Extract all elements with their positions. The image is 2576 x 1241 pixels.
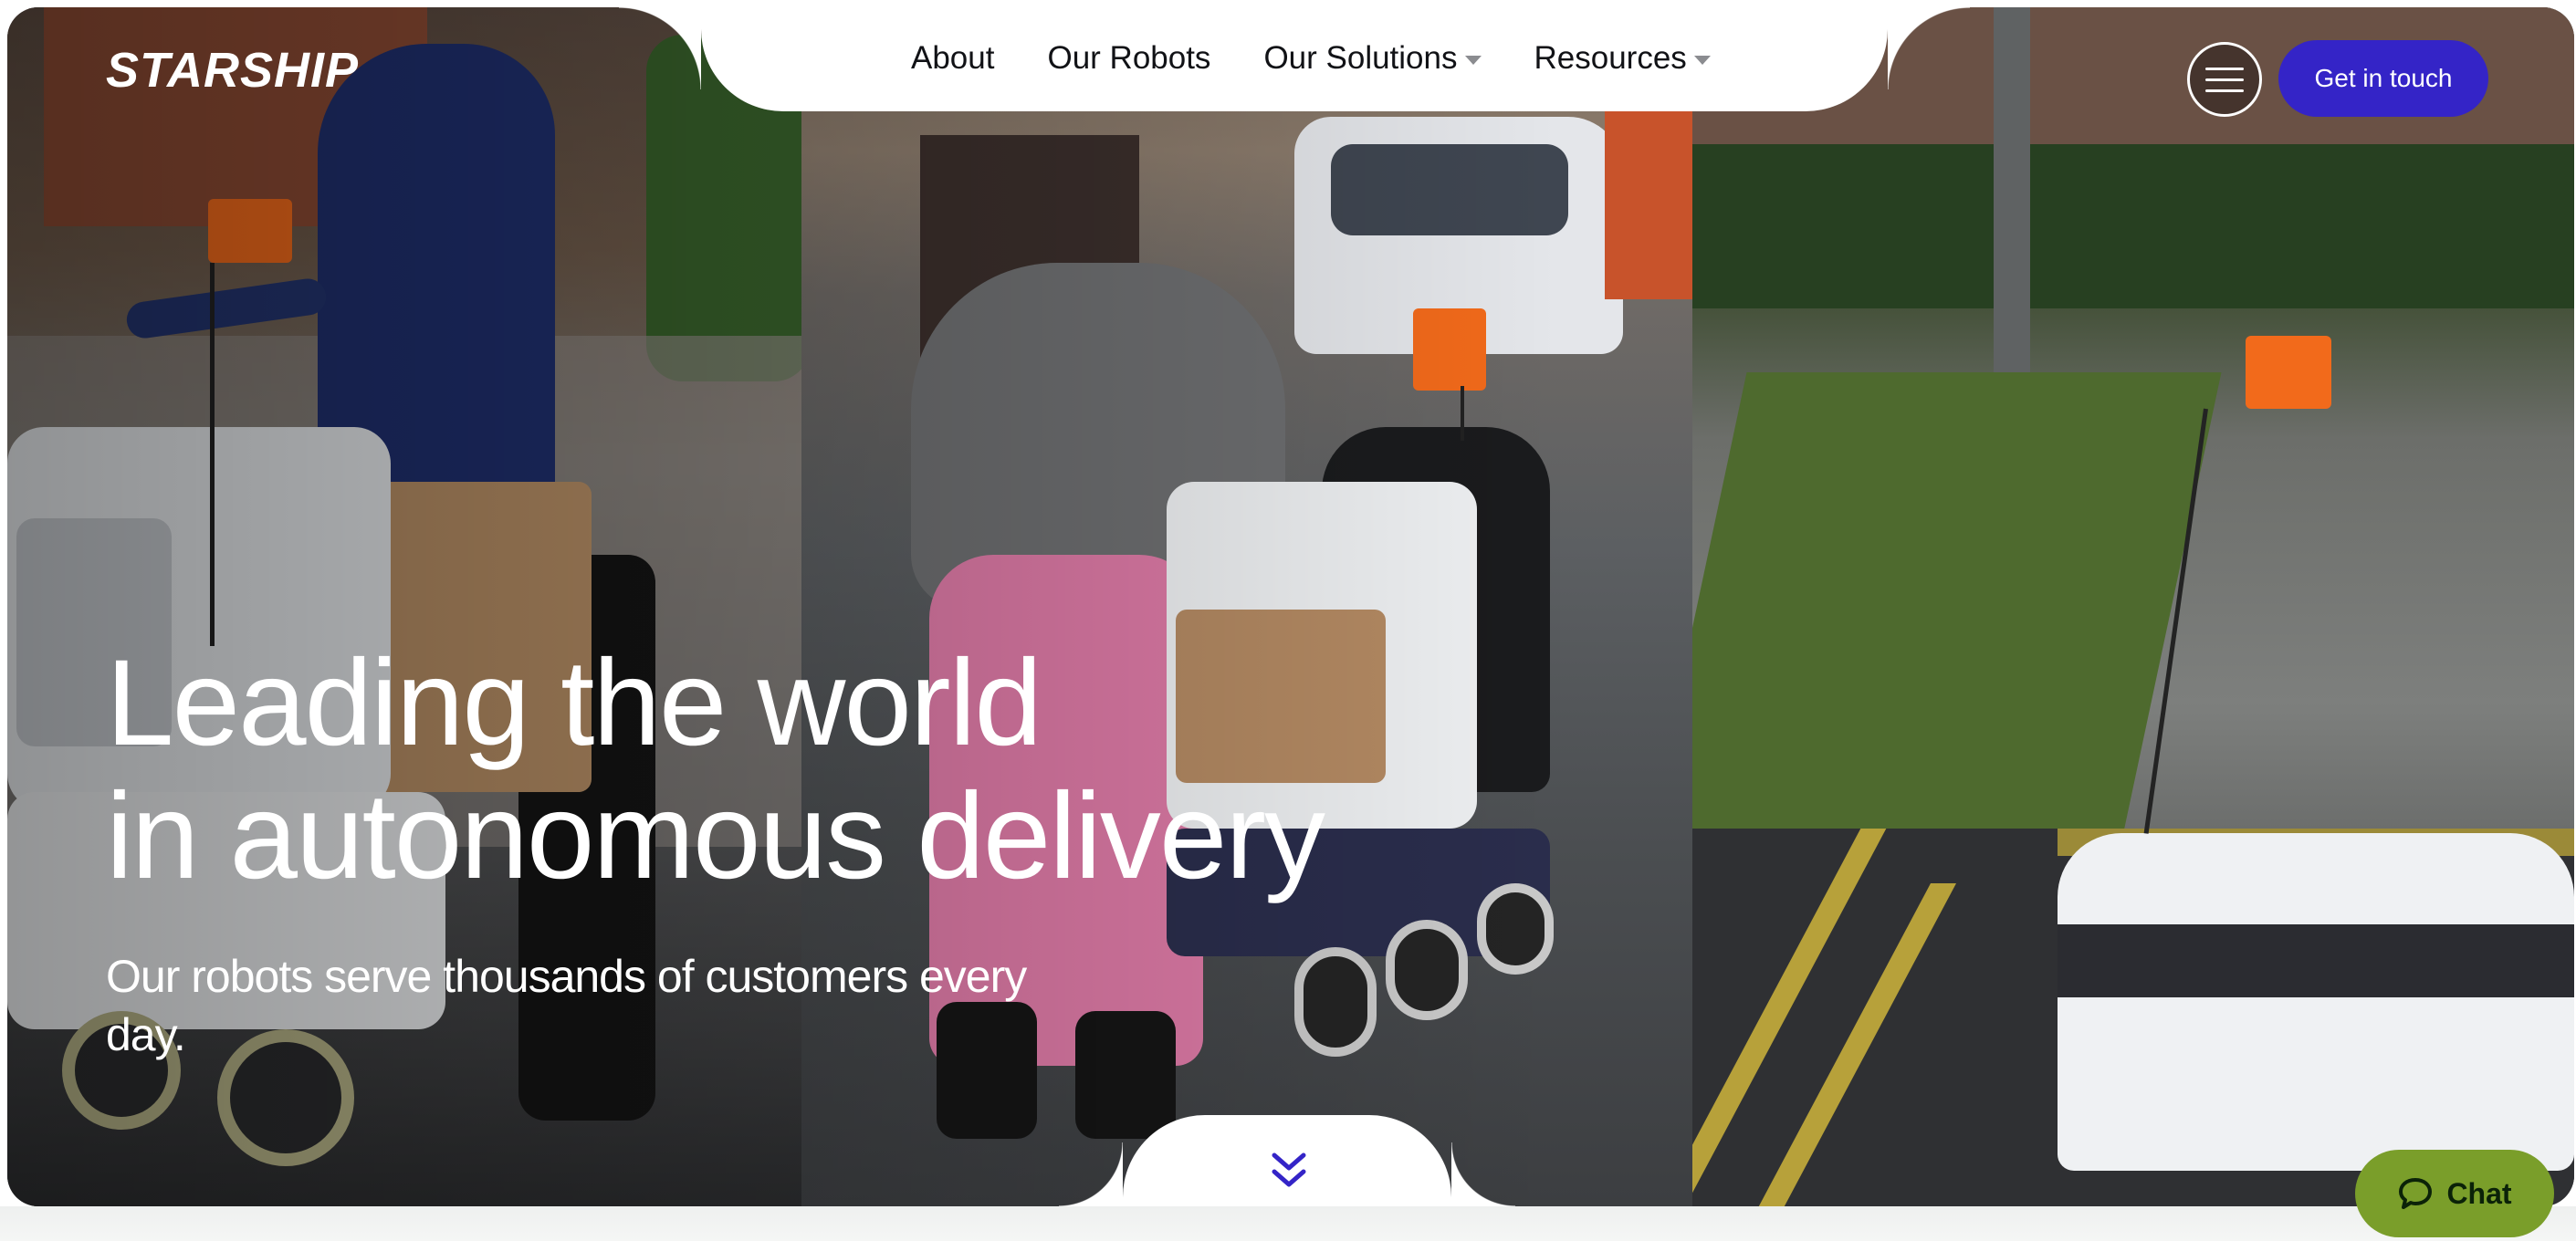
hamburger-icon-line <box>2205 89 2244 92</box>
chevron-down-icon <box>1693 56 1711 65</box>
starship-logo[interactable]: STARSHIP <box>106 42 359 99</box>
hero-title: Leading the world in autonomous delivery <box>106 635 1325 904</box>
chat-button[interactable]: Chat <box>2355 1150 2554 1237</box>
hamburger-icon-line <box>2205 67 2244 70</box>
hero-title-line-2: in autonomous delivery <box>106 768 1325 904</box>
nav-link-label: Our Solutions <box>1263 40 1458 76</box>
primary-nav: About Our Robots Our Solutions Resources <box>911 36 1711 80</box>
double-chevron-down-icon <box>1272 1152 1306 1187</box>
nav-link-label: About <box>911 40 995 76</box>
chat-bubble-icon <box>2399 1178 2433 1209</box>
hamburger-menu-button[interactable] <box>2187 42 2262 117</box>
hero-photo-street <box>1692 7 2574 1206</box>
hero-banner: STARSHIP About Our Robots Our Solutions … <box>7 7 2574 1206</box>
page-below-fold <box>0 1206 2576 1241</box>
nav-link-our-robots[interactable]: Our Robots <box>1047 40 1210 77</box>
chevron-down-icon <box>1464 56 1482 65</box>
hero-title-line-1: Leading the world <box>106 635 1042 771</box>
nav-link-label: Our Robots <box>1047 40 1211 76</box>
hero-subtitle: Our robots serve thousands of customers … <box>106 951 1027 1060</box>
nav-link-about[interactable]: About <box>911 40 994 77</box>
hamburger-icon-line <box>2205 78 2244 81</box>
scroll-down-button[interactable] <box>1262 1144 1316 1195</box>
nav-link-label: Resources <box>1534 40 1687 76</box>
get-in-touch-button[interactable]: Get in touch <box>2278 40 2488 117</box>
chat-label: Chat <box>2446 1176 2512 1210</box>
nav-link-our-solutions[interactable]: Our Solutions <box>1263 40 1482 77</box>
nav-link-resources[interactable]: Resources <box>1534 40 1711 77</box>
